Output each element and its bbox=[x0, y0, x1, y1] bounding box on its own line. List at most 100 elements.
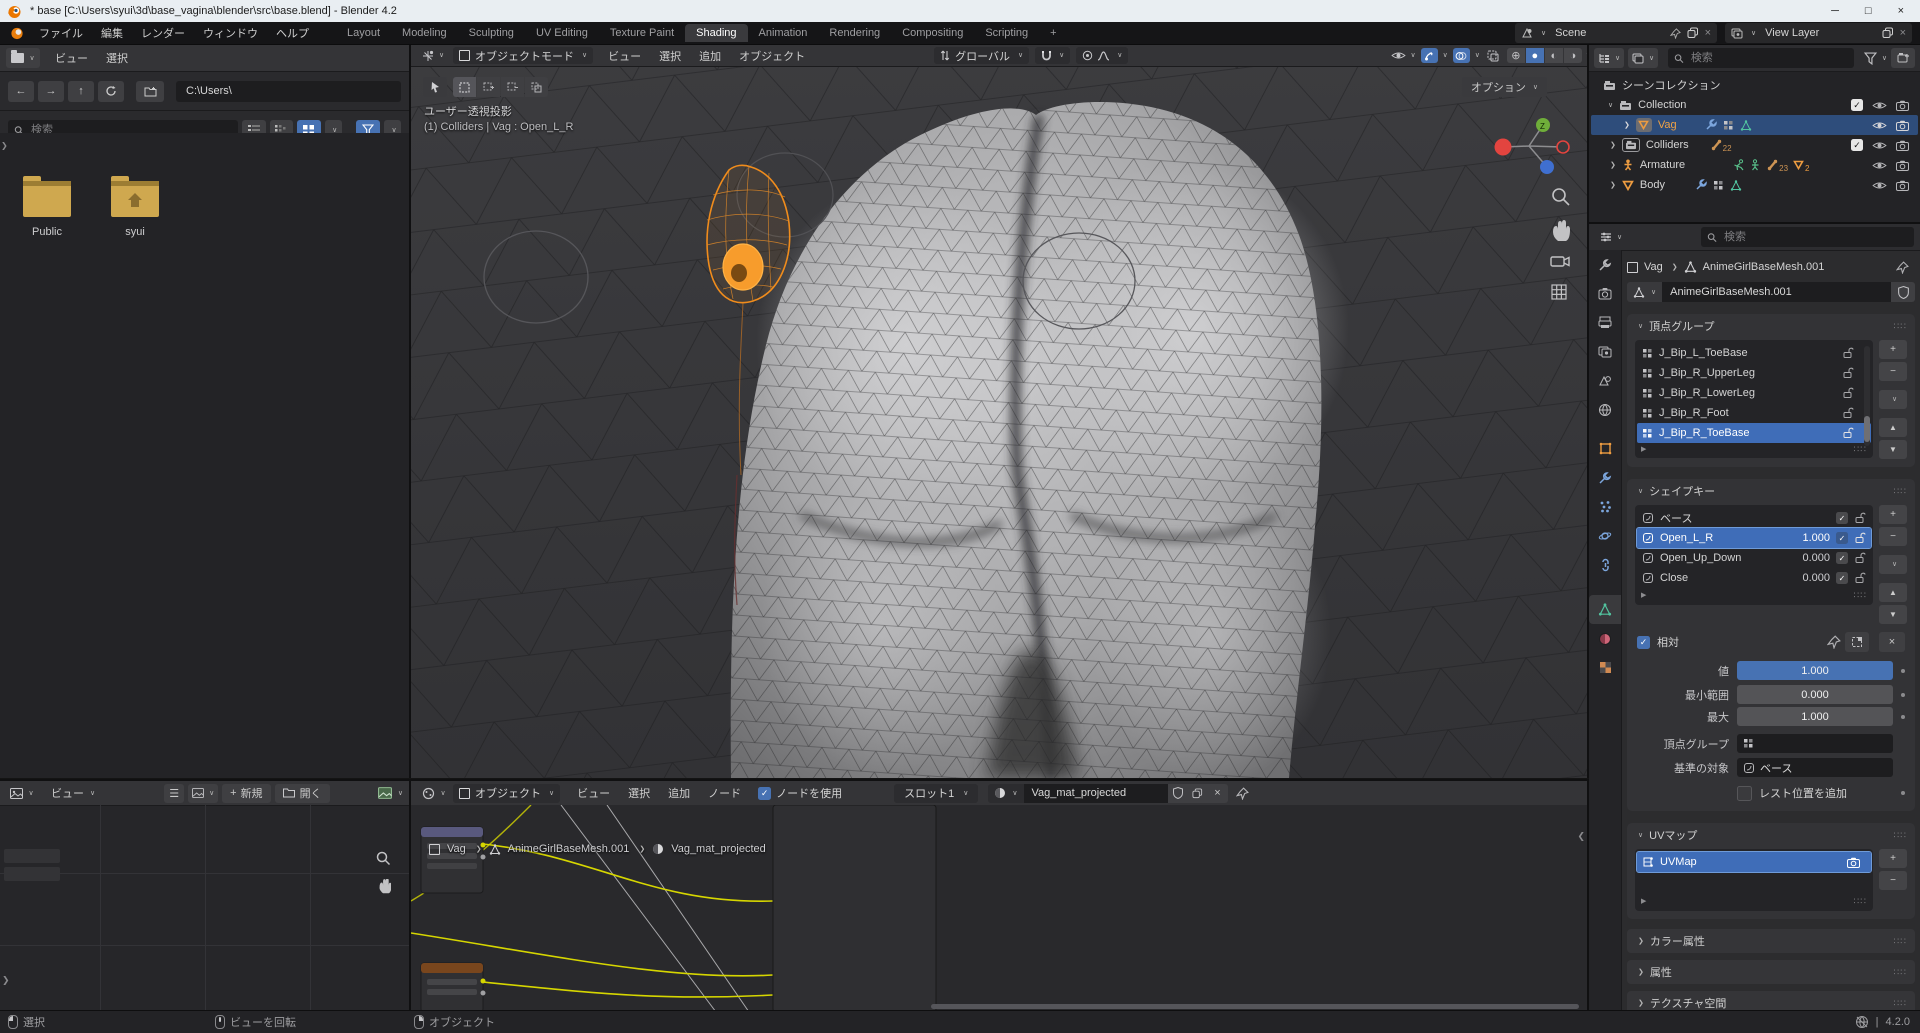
hide-eye-icon[interactable] bbox=[1872, 120, 1887, 131]
expander-icon[interactable]: ∨ bbox=[1608, 102, 1613, 109]
pan-hand-icon[interactable] bbox=[376, 879, 391, 894]
lock-open-icon[interactable] bbox=[1842, 407, 1854, 419]
mesh-browse-button[interactable]: ∨ bbox=[1627, 282, 1662, 302]
animate-dot[interactable] bbox=[1901, 791, 1905, 795]
drag-handle[interactable]: ∷∷ bbox=[1894, 321, 1907, 332]
drag-handle[interactable]: ∷∷ bbox=[1894, 967, 1907, 978]
range-min-field[interactable]: 0.000 bbox=[1737, 685, 1893, 704]
animate-dot[interactable] bbox=[1901, 693, 1905, 697]
remove-uv-map-button[interactable]: − bbox=[1879, 871, 1907, 890]
vertex-group-row[interactable]: J_Bip_R_Foot bbox=[1637, 403, 1871, 423]
unlink-material-button[interactable]: × bbox=[1208, 784, 1228, 803]
shape-key-row[interactable]: ベース ✓ bbox=[1637, 508, 1871, 528]
viewport-menu-select[interactable]: 選択 bbox=[650, 48, 690, 64]
list-filter-toggle[interactable]: ▶ bbox=[1641, 445, 1646, 453]
tab-physics[interactable] bbox=[1589, 521, 1621, 550]
pin-icon[interactable] bbox=[1236, 787, 1249, 800]
shape-key-row[interactable]: Open_Up_Down 0.000 ✓ bbox=[1637, 548, 1871, 568]
lock-open-icon[interactable] bbox=[1842, 387, 1854, 399]
shape-key-value[interactable]: 0.000 bbox=[1802, 552, 1830, 564]
properties-search-input[interactable] bbox=[1722, 230, 1908, 244]
shape-key-row-selected[interactable]: Open_L_R 1.000 ✓ bbox=[1637, 528, 1871, 548]
unlink-icon[interactable]: × bbox=[1705, 27, 1711, 39]
drag-handle[interactable]: ∷∷ bbox=[1894, 936, 1907, 947]
image-editor-canvas[interactable]: ❯ bbox=[0, 805, 409, 1012]
disable-render-camera-icon[interactable] bbox=[1896, 180, 1909, 191]
shape-key-enabled-checkbox[interactable]: ✓ bbox=[1836, 532, 1848, 544]
image-browse-button[interactable]: ∨ bbox=[188, 784, 218, 803]
pin-icon[interactable] bbox=[1827, 635, 1841, 649]
lock-open-icon[interactable] bbox=[1854, 532, 1866, 544]
overlays-toggle[interactable]: ∨ bbox=[1453, 48, 1480, 63]
editor-type-button[interactable]: ∨ bbox=[6, 48, 40, 68]
sidebar-toggle-icon[interactable]: ❮ bbox=[1577, 831, 1585, 842]
remove-shape-key-button[interactable]: − bbox=[1879, 527, 1907, 546]
lock-open-icon[interactable] bbox=[1854, 552, 1866, 564]
menu-window[interactable]: ウィンドウ bbox=[194, 25, 267, 41]
file-item-syui[interactable]: syui bbox=[102, 181, 168, 238]
active-tool-button[interactable] bbox=[423, 77, 447, 97]
workspace-tab-sculpting[interactable]: Sculpting bbox=[458, 24, 525, 42]
outliner-search-input[interactable] bbox=[1689, 51, 1848, 65]
copies-count-button[interactable] bbox=[1188, 784, 1208, 803]
maximize-button[interactable]: □ bbox=[1865, 5, 1872, 17]
shading-material-button[interactable]: ◐ bbox=[1545, 48, 1563, 63]
shader-menu-view[interactable]: ビュー bbox=[568, 785, 619, 801]
gizmos-toggle[interactable]: ∨ bbox=[1421, 48, 1448, 63]
menu-help[interactable]: ヘルプ bbox=[267, 25, 318, 41]
select-mode-subtract-button[interactable] bbox=[501, 77, 524, 97]
proportional-editing-toggle[interactable]: ∨ bbox=[1076, 47, 1128, 64]
vertex-group-row-selected[interactable]: J_Bip_R_ToeBase bbox=[1637, 423, 1871, 443]
pin-icon[interactable] bbox=[1896, 261, 1909, 274]
outliner-row-armature[interactable]: ❯ Armature 23 2 bbox=[1591, 155, 1918, 175]
tab-scene[interactable] bbox=[1589, 366, 1621, 395]
tab-output[interactable] bbox=[1589, 308, 1621, 337]
pin-icon[interactable] bbox=[1670, 28, 1681, 39]
new-image-button[interactable]: + 新規 bbox=[222, 784, 270, 803]
sidebar-toggle-icon[interactable]: ❯ bbox=[2, 975, 10, 986]
move-up-button[interactable]: ▲ bbox=[1879, 418, 1907, 437]
image-specials-button[interactable]: ☰ bbox=[164, 784, 184, 803]
editor-type-button[interactable]: ∨ bbox=[1595, 227, 1627, 247]
properties-search-field[interactable] bbox=[1701, 227, 1914, 247]
mesh-name-field[interactable]: AnimeGirlBaseMesh.001 bbox=[1662, 282, 1891, 302]
file-item-public[interactable]: Public bbox=[14, 181, 80, 238]
shader-type-selector[interactable]: オブジェクト ∨ bbox=[453, 784, 560, 803]
clear-shape-keys-button[interactable]: × bbox=[1879, 632, 1905, 652]
tab-world[interactable] bbox=[1589, 395, 1621, 424]
copy-icon[interactable] bbox=[1687, 27, 1699, 39]
drag-handle[interactable]: ∷∷ bbox=[1894, 998, 1907, 1009]
workspace-tab-texture-paint[interactable]: Texture Paint bbox=[599, 24, 685, 42]
show-only-edit-mode-button[interactable] bbox=[1845, 632, 1869, 652]
shape-key-enabled-checkbox[interactable]: ✓ bbox=[1836, 552, 1848, 564]
tab-view-layer[interactable] bbox=[1589, 337, 1621, 366]
minimize-button[interactable]: ─ bbox=[1831, 5, 1839, 17]
remove-vertex-group-button[interactable]: − bbox=[1879, 362, 1907, 381]
attributes-panel-header[interactable]: ❯ 属性 ∷∷ bbox=[1627, 960, 1915, 984]
animate-dot[interactable] bbox=[1901, 715, 1905, 719]
shader-menu-add[interactable]: 追加 bbox=[659, 785, 699, 801]
material-slot-selector[interactable]: スロット1 ∨ bbox=[894, 784, 978, 803]
move-down-button[interactable]: ▼ bbox=[1879, 605, 1907, 624]
vertex-groups-header[interactable]: ∨ 頂点グループ ∷∷ bbox=[1627, 314, 1915, 338]
add-vertex-group-button[interactable]: + bbox=[1879, 340, 1907, 359]
disable-render-camera-icon[interactable] bbox=[1896, 100, 1909, 111]
drag-handle[interactable]: ∷∷ bbox=[1894, 830, 1907, 841]
hide-eye-icon[interactable] bbox=[1872, 160, 1887, 171]
list-resize-handle[interactable]: ∷∷ bbox=[1854, 896, 1867, 907]
shape-keys-header[interactable]: ∨ シェイプキー ∷∷ bbox=[1627, 479, 1915, 503]
add-rest-position-toggle[interactable]: ✓ レスト位置を追加 bbox=[1737, 785, 1893, 801]
refresh-button[interactable] bbox=[98, 81, 124, 102]
rest-position-checkbox[interactable]: ✓ bbox=[1737, 786, 1752, 801]
shape-key-enabled-checkbox[interactable]: ✓ bbox=[1836, 572, 1848, 584]
expander-icon[interactable]: ❯ bbox=[1610, 162, 1616, 169]
move-down-button[interactable]: ▼ bbox=[1879, 440, 1907, 459]
drag-handle[interactable]: ∷∷ bbox=[1894, 486, 1907, 497]
outliner-search-field[interactable] bbox=[1668, 48, 1854, 68]
texture-space-panel-header[interactable]: ❯ テクスチャ空間 ∷∷ bbox=[1627, 991, 1915, 1010]
tab-material[interactable] bbox=[1589, 624, 1621, 653]
exclude-checkbox[interactable]: ✓ bbox=[1851, 99, 1863, 111]
material-browse-button[interactable]: ∨ bbox=[988, 784, 1023, 803]
back-button[interactable]: ← bbox=[8, 81, 34, 102]
breadcrumb-data[interactable]: AnimeGirlBaseMesh.001 bbox=[1703, 261, 1825, 273]
